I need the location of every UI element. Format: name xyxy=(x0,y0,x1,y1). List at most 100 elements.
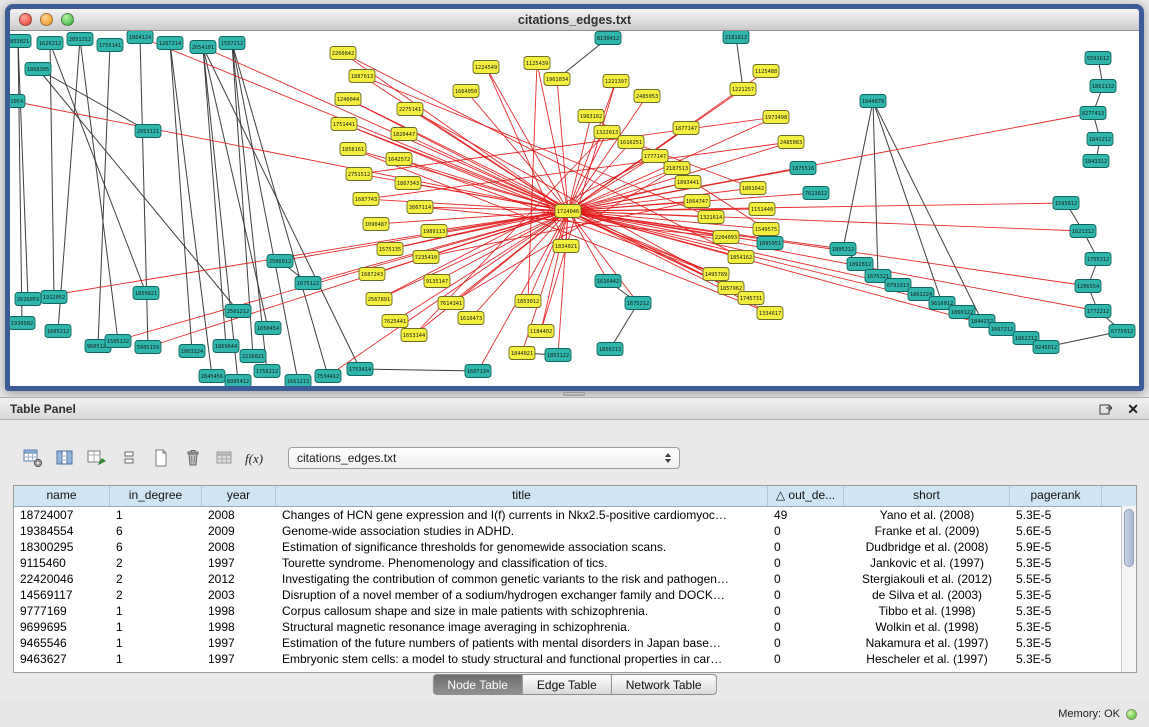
graph-node[interactable]: 1221397 xyxy=(603,75,629,88)
graph-node[interactable]: 1184402 xyxy=(528,325,554,338)
table-row[interactable]: 911546021997Tourette syndrome. Phenomeno… xyxy=(14,555,1136,571)
import-table-button[interactable] xyxy=(212,445,238,471)
graph-node[interactable]: 1805212 xyxy=(830,243,856,256)
graph-node[interactable]: 1834021 xyxy=(553,240,579,253)
graph-node[interactable]: 1667212 xyxy=(989,323,1015,336)
graph-node[interactable]: 1864124 xyxy=(127,31,153,44)
graph-node[interactable]: 2275141 xyxy=(397,103,423,116)
graph-node[interactable]: 1961034 xyxy=(544,73,570,86)
graph-node[interactable]: 6775012 xyxy=(1109,325,1135,338)
minimize-button[interactable] xyxy=(40,13,53,26)
graph-node[interactable]: 2845456 xyxy=(199,370,225,383)
row-height-button[interactable] xyxy=(116,445,142,471)
graph-node[interactable]: 2567891 xyxy=(366,293,392,306)
graph-node[interactable]: 1610473 xyxy=(458,312,484,325)
graph-node[interactable]: 1859821 xyxy=(133,287,159,300)
float-panel-icon[interactable] xyxy=(1099,402,1114,415)
graph-node[interactable]: 7235410 xyxy=(413,251,439,264)
graph-node[interactable]: 7614341 xyxy=(438,297,464,310)
graph-node[interactable]: 1221257 xyxy=(730,83,756,96)
graph-node[interactable]: 5905159 xyxy=(135,341,161,354)
graph-node[interactable]: 9245012 xyxy=(1033,341,1059,354)
graph-node[interactable]: 1869644 xyxy=(213,340,239,353)
graph-node[interactable]: 1621312 xyxy=(1070,225,1096,238)
graph-node[interactable]: 1755312 xyxy=(1085,253,1111,266)
graph-node[interactable]: 1850213 xyxy=(597,343,623,356)
graph-node[interactable]: 2204093 xyxy=(713,231,739,244)
graph-node[interactable]: 2506012 xyxy=(267,255,293,268)
column-header-short[interactable]: short xyxy=(844,486,1010,506)
graph-node[interactable]: 1853122 xyxy=(545,349,571,362)
graph-node[interactable]: 1887013 xyxy=(349,70,375,83)
graph-node[interactable]: 1206554 xyxy=(1075,280,1101,293)
scrollbar-thumb[interactable] xyxy=(1124,509,1134,567)
graph-node[interactable]: 1853012 xyxy=(515,295,541,308)
graph-node[interactable]: 1064747 xyxy=(684,195,710,208)
table-selector[interactable]: citations_edges.txt xyxy=(288,447,680,469)
graph-node[interactable]: 1853021 xyxy=(10,35,31,48)
close-button[interactable] xyxy=(19,13,32,26)
graph-node[interactable]: 1772212 xyxy=(1085,305,1111,318)
graph-node[interactable]: 1495789 xyxy=(703,268,729,281)
graph-node[interactable]: 1224549 xyxy=(473,61,499,74)
graph-node[interactable]: 1892812 xyxy=(847,258,873,271)
graph-node[interactable]: 1605212 xyxy=(45,325,71,338)
column-header-pagerank[interactable]: pagerank xyxy=(1010,486,1102,506)
graph-node[interactable]: 1661213 xyxy=(285,375,311,387)
graph-node[interactable]: 1893441 xyxy=(675,176,701,189)
table-row[interactable]: 969969511998Structural magnetic resonanc… xyxy=(14,619,1136,635)
graph-node[interactable]: 1820447 xyxy=(391,128,417,141)
table-row[interactable]: 1872400712008Changes of HCN gene express… xyxy=(14,507,1136,523)
graph-node[interactable]: 1664950 xyxy=(453,85,479,98)
graph-node[interactable]: 2501212 xyxy=(225,305,251,318)
column-header-in_degree[interactable]: in_degree xyxy=(110,486,202,506)
graph-node[interactable]: 1595812 xyxy=(1053,197,1079,210)
graph-node[interactable]: 1151440 xyxy=(749,203,775,216)
graph-node[interactable]: 5591612 xyxy=(1085,52,1111,65)
graph-node[interactable]: 3067114 xyxy=(407,201,433,214)
graph-node[interactable]: 2216021 xyxy=(240,350,266,363)
table-row[interactable]: 1830029562008Estimation of significance … xyxy=(14,539,1136,555)
graph-node[interactable]: 6791913 xyxy=(885,279,911,292)
graph-node[interactable]: 1863124 xyxy=(179,345,205,358)
graph-node[interactable]: 1095951 xyxy=(757,237,783,250)
graph-node[interactable]: 1322013 xyxy=(594,126,620,139)
graph-node[interactable]: 1653144 xyxy=(401,329,427,342)
table-row[interactable]: 946362711997Embryonic stem cells: a mode… xyxy=(14,651,1136,667)
graph-node[interactable]: 2751512 xyxy=(346,168,372,181)
tab-node-table[interactable]: Node Table xyxy=(432,674,523,695)
graph-node[interactable]: 1751441 xyxy=(331,118,357,131)
graph-node[interactable]: 1675212 xyxy=(625,297,651,310)
show-columns-button[interactable] xyxy=(52,445,78,471)
graph-node[interactable]: 7613812 xyxy=(803,187,829,200)
graph-node[interactable]: 1841212 xyxy=(1087,133,1113,146)
vertical-scrollbar[interactable] xyxy=(1121,506,1136,672)
graph-node[interactable]: 1877147 xyxy=(673,122,699,135)
graph-node[interactable]: 1854162 xyxy=(728,251,754,264)
graph-node[interactable]: 1875516 xyxy=(790,162,816,175)
graph-node[interactable]: 1125488 xyxy=(753,65,779,78)
graph-node[interactable]: 1753414 xyxy=(347,363,373,376)
graph-node[interactable]: 1912052 xyxy=(41,291,67,304)
graph-node[interactable]: 1557212 xyxy=(219,37,245,50)
create-column-button[interactable] xyxy=(148,445,174,471)
graph-node[interactable]: 1321614 xyxy=(698,211,724,224)
tab-network-table[interactable]: Network Table xyxy=(612,674,717,695)
table-row[interactable]: 1456911722003Disruption of a novel membe… xyxy=(14,587,1136,603)
graph-node[interactable]: 1973498 xyxy=(763,111,789,124)
graph-node[interactable]: 1650454 xyxy=(255,322,281,335)
graph-node[interactable]: 2187513 xyxy=(664,162,690,175)
graph-node[interactable]: 1758212 xyxy=(254,365,280,378)
column-header-name[interactable]: name xyxy=(14,486,110,506)
graph-node[interactable]: 1861132 xyxy=(1090,80,1116,93)
citation-graph[interactable]: 2260842188701312400441751441185816127515… xyxy=(10,31,1139,386)
graph-node[interactable]: 1240044 xyxy=(335,93,361,106)
table-row[interactable]: 2242004622012Investigating the contribut… xyxy=(14,571,1136,587)
graph-node[interactable]: 1090487 xyxy=(363,218,389,231)
delete-column-button[interactable] xyxy=(180,445,206,471)
table-row[interactable]: 977716911998Corpus callosum shape and si… xyxy=(14,603,1136,619)
graph-node[interactable]: 1843312 xyxy=(1083,155,1109,168)
graph-node[interactable]: 1724046 xyxy=(555,205,581,218)
table-row[interactable]: 1938455462009Genome-wide association stu… xyxy=(14,523,1136,539)
graph-node[interactable]: 2626059 xyxy=(15,293,41,306)
